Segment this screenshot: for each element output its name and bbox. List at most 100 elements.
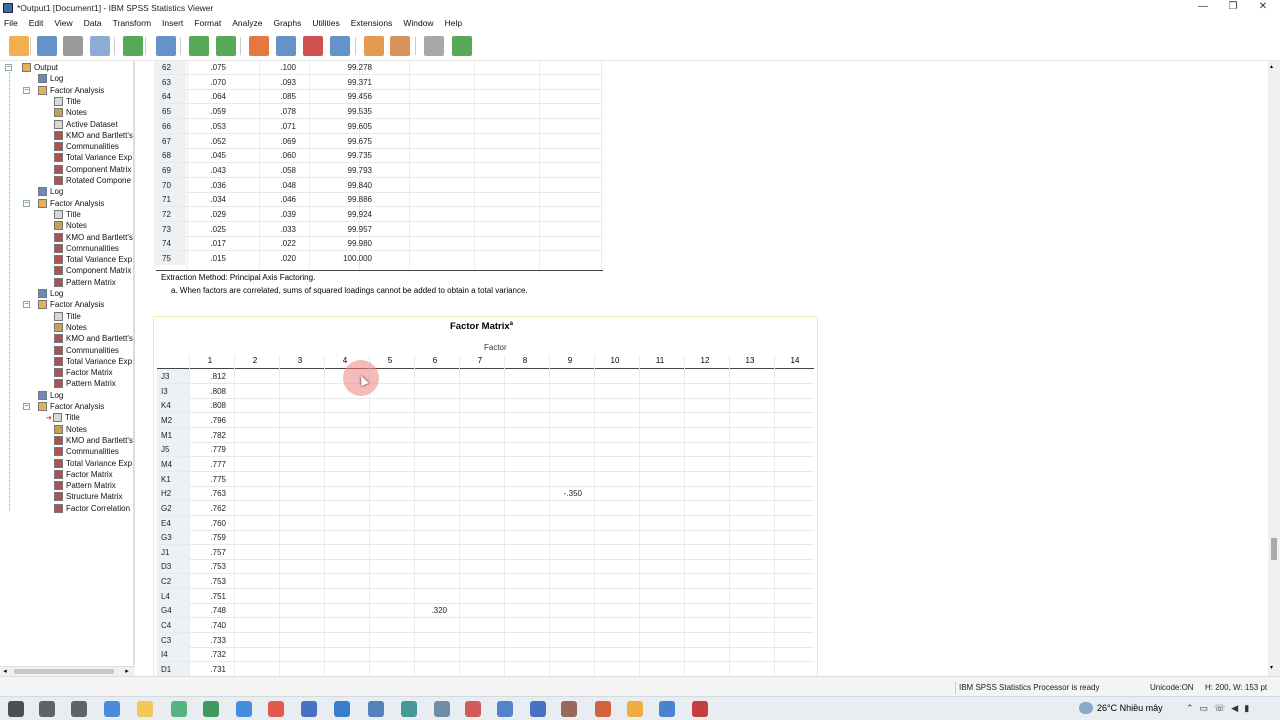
table-row[interactable]: H2 .763 -.350 [154,486,814,501]
task-view-icon[interactable] [71,701,87,717]
table-row[interactable]: C3 .733 [154,632,814,647]
tree-item[interactable]: Active Dataset [54,119,118,130]
collapse-icon[interactable]: − [5,64,12,71]
insert-output-icon[interactable] [364,36,384,56]
tree-item[interactable]: ➔ Title [46,412,80,423]
weather-icon[interactable] [1079,702,1093,714]
menu-format[interactable]: Format [194,18,221,28]
table-row[interactable]: G4 .748 .320 [154,603,814,618]
redo-icon[interactable] [216,36,236,56]
outline-hscrollbar[interactable]: ◂ ▸ [0,666,135,676]
vscroll-thumb[interactable] [1271,538,1277,560]
variables-icon[interactable] [330,36,350,56]
table-row[interactable]: J5 .779 [154,442,814,457]
collapse-icon[interactable]: − [23,199,30,207]
excel-icon[interactable] [203,701,219,717]
tree-item[interactable]: Output [22,62,58,73]
table-row[interactable]: M4 .777 [154,456,814,471]
tree-item[interactable]: Title [54,96,81,107]
insert-item-icon[interactable] [390,36,410,56]
tree-item[interactable]: Pattern Matrix [54,378,116,389]
paint-icon[interactable] [434,701,450,717]
menu-analyze[interactable]: Analyze [232,18,262,28]
tree-item[interactable]: Pattern Matrix [54,480,116,491]
table-row[interactable]: C4 .740 [154,618,814,633]
spss2-icon[interactable] [561,701,577,717]
table-row[interactable]: J3 .812 [154,369,814,383]
tree-item[interactable]: Rotated Compone [54,175,131,186]
table-row[interactable]: K1 .775 [154,471,814,486]
content-vscrollbar[interactable]: ▴ ▾ [1268,61,1280,676]
menu-transform[interactable]: Transform [113,18,151,28]
zoom-icon[interactable] [659,701,675,717]
tree-item[interactable]: Factor Correlation [54,503,130,514]
tree-item[interactable]: KMO and Bartlett's [54,130,133,141]
chrome-icon[interactable] [268,701,284,717]
tree-item[interactable]: Communalities [54,345,119,356]
recall-dialog-icon[interactable] [156,36,176,56]
print-icon[interactable] [63,36,83,56]
record-icon[interactable] [692,701,708,717]
zalo-icon[interactable] [236,701,252,717]
menu-file[interactable]: File [4,18,18,28]
ppt-icon[interactable] [595,701,611,717]
chrome-alt-icon[interactable] [171,701,187,717]
tree-item[interactable]: Notes [54,107,87,118]
tree-item[interactable]: Notes [54,322,87,333]
table-row[interactable]: K4 .808 [154,398,814,413]
goto-case-icon[interactable] [276,36,296,56]
tree-item[interactable]: Total Variance Exp [54,458,132,469]
search-icon[interactable] [39,701,55,717]
tree-item[interactable]: Factor Matrix [54,367,113,378]
tree-item[interactable]: Structure Matrix [54,491,122,502]
goto-data-icon[interactable] [249,36,269,56]
menu-insert[interactable]: Insert [162,18,183,28]
table-row[interactable]: I3 .808 [154,383,814,398]
settings-icon[interactable] [334,701,350,717]
table-row[interactable]: D1 .731 [154,662,814,676]
menu-graphs[interactable]: Graphs [273,18,301,28]
close-button[interactable]: ✕ [1248,0,1278,14]
scroll-left-icon[interactable]: ◂ [0,667,10,676]
menu-view[interactable]: View [54,18,72,28]
disabled-icon[interactable] [424,36,444,56]
minimize-button[interactable]: — [1188,0,1218,14]
scroll-up-icon[interactable]: ▴ [1270,63,1273,70]
menu-data[interactable]: Data [84,18,102,28]
word2-icon[interactable] [530,701,546,717]
tree-item[interactable]: Total Variance Exp [54,356,132,367]
tree-item[interactable]: KMO and Bartlett's [54,435,133,446]
tree-item[interactable]: Notes [54,220,87,231]
dots-icon[interactable] [401,701,417,717]
tree-item[interactable]: Factor Analysis [38,198,104,209]
word-icon[interactable] [301,701,317,717]
tree-item[interactable]: Communalities [54,243,119,254]
explorer-icon[interactable] [137,701,153,717]
factor-matrix-table[interactable]: Factor Matrixa Factor 1 2 3 4 5 6 7 8 9 10 11 12 13 1… [153,316,818,676]
edge-icon[interactable] [104,701,120,717]
tree-item[interactable]: Title [54,209,81,220]
spss-icon[interactable] [368,701,384,717]
tree-item[interactable]: Total Variance Exp [54,152,132,163]
tree-item[interactable]: KMO and Bartlett's [54,333,133,344]
tree-item[interactable]: Component Matrix [54,164,131,175]
hscroll-thumb[interactable] [14,669,114,674]
menu-window[interactable]: Window [403,18,433,28]
tree-item[interactable]: Communalities [54,446,119,457]
tree-item[interactable]: Log [38,288,63,299]
tree-item[interactable]: Log [38,390,63,401]
table-row[interactable]: E4 .760 [154,515,814,530]
tree-item[interactable]: Notes [54,424,87,435]
start-icon[interactable] [8,701,24,717]
menu-edit[interactable]: Edit [29,18,44,28]
app-icon[interactable] [627,701,643,717]
table-row[interactable]: G3 .759 [154,530,814,545]
table-row[interactable]: M2 .796 [154,412,814,427]
tree-item[interactable]: Factor Analysis [38,85,104,96]
print-preview-icon[interactable] [90,36,110,56]
tree-item[interactable]: Communalities [54,141,119,152]
menu-help[interactable]: Help [445,18,462,28]
table-row[interactable]: G2 .762 [154,500,814,515]
restore-button[interactable]: ❐ [1218,0,1248,14]
tree-item[interactable]: Title [54,311,81,322]
